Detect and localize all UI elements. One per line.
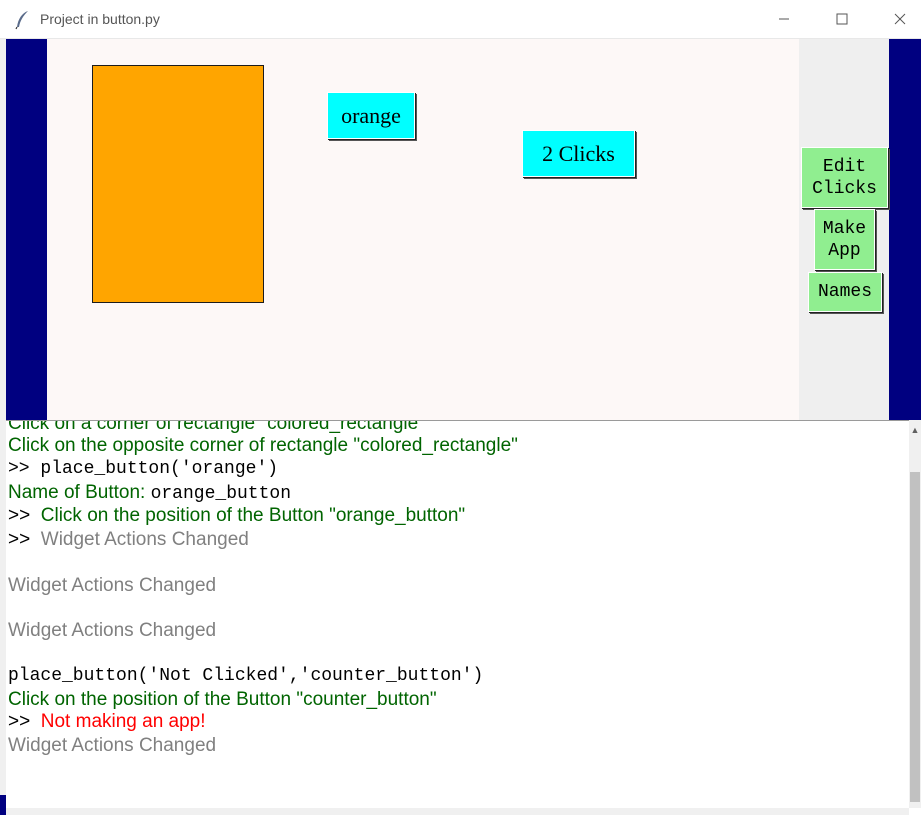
console-line: Click on the position of the Button "cou…	[8, 689, 437, 710]
prompt-marker: >>	[8, 529, 31, 550]
console-line: >> Widget Actions Changed	[8, 529, 249, 551]
console-scrollbar[interactable]: ▲	[909, 420, 921, 808]
orange-button[interactable]: orange	[327, 92, 415, 139]
maximize-button[interactable]	[822, 6, 862, 32]
prompt-marker: >>	[8, 505, 31, 526]
console-line: Click on the opposite corner of rectangl…	[8, 435, 518, 456]
window-title: Project in button.py	[40, 11, 160, 27]
console-message: Widget Actions Changed	[40, 529, 249, 550]
colored-rectangle	[92, 65, 264, 303]
make-app-button[interactable]: Make App	[814, 209, 875, 270]
prompt-marker: >>	[8, 711, 31, 732]
console-error: Not making an app!	[40, 711, 206, 732]
maximize-icon	[836, 13, 848, 25]
title-bar: Project in button.py	[0, 0, 921, 39]
make-app-label: Make App	[823, 218, 866, 262]
name-of-button-label: Name of Button:	[8, 482, 151, 503]
console-message: Click on the position of the Button "ora…	[40, 505, 466, 526]
console-line: >> place_button('orange')	[8, 459, 279, 479]
feather-icon	[15, 11, 28, 30]
console-line: Widget Actions Changed	[8, 735, 217, 756]
canvas-frame-right	[889, 39, 921, 420]
counter-button[interactable]: 2 Clicks	[522, 130, 635, 177]
horizontal-scrollbar[interactable]	[6, 808, 909, 815]
console-line: place_button('Not Clicked','counter_butt…	[8, 666, 484, 686]
console-line: Click on a corner of rectangle "colored_…	[8, 420, 425, 434]
make-app-line1: Make	[822, 218, 867, 239]
edit-clicks-button[interactable]: Edit Clicks	[801, 147, 888, 208]
scroll-thumb[interactable]	[910, 472, 920, 802]
close-icon	[894, 13, 906, 25]
minimize-icon	[779, 18, 789, 20]
close-button[interactable]	[880, 6, 920, 32]
minimize-button[interactable]	[764, 6, 804, 32]
scroll-up-arrow-icon[interactable]: ▲	[909, 424, 921, 436]
console-line: >> Not making an app!	[8, 711, 206, 733]
make-app-line2: App	[828, 240, 861, 261]
console-line: Widget Actions Changed	[8, 575, 217, 596]
console-output[interactable]: Click on a corner of rectangle "colored_…	[6, 420, 909, 809]
canvas-frame-left	[6, 39, 47, 420]
console-line: >> Click on the position of the Button "…	[8, 505, 465, 527]
edit-clicks-line1: Edit	[822, 156, 867, 177]
edit-clicks-line2: Clicks	[812, 178, 877, 199]
console-line: Name of Button: orange_button	[8, 482, 291, 504]
console-line: Widget Actions Changed	[8, 620, 217, 641]
name-of-button-value: orange_button	[150, 484, 292, 504]
edit-clicks-label: Edit Clicks	[812, 156, 877, 200]
names-button[interactable]: Names	[808, 272, 882, 312]
